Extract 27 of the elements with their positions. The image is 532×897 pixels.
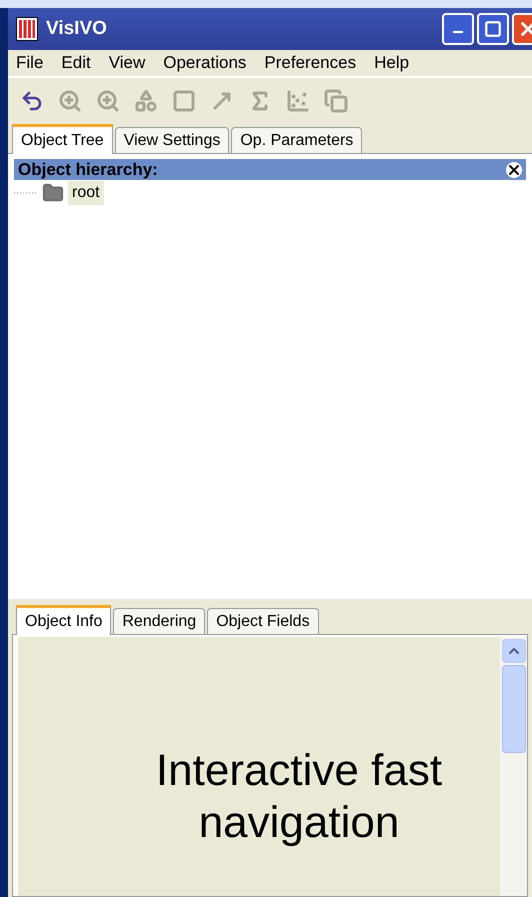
tree-connector-icon [14, 192, 38, 194]
tree-item[interactable]: root [68, 181, 104, 205]
menu-item[interactable]: Help [374, 50, 410, 76]
scroll-up-button[interactable] [502, 639, 526, 663]
menu-item[interactable]: Edit [61, 50, 91, 76]
scrollbar[interactable] [500, 637, 527, 896]
tab[interactable]: Object Fields [207, 608, 319, 634]
tab[interactable]: Rendering [113, 608, 206, 634]
close-icon[interactable] [506, 162, 522, 178]
folder-icon [42, 182, 64, 204]
caption: Interactive fast navigation [154, 744, 444, 848]
minimize-button[interactable] [442, 13, 474, 45]
window-title: VisIVO [46, 16, 107, 41]
tab[interactable]: Object Info [16, 605, 112, 635]
tab[interactable]: Object Tree [12, 124, 113, 154]
panel-title: Object hierarchy: [18, 158, 158, 181]
menu-item[interactable]: Preferences [264, 50, 356, 76]
maximize-icon [484, 20, 502, 38]
menu-item[interactable]: File [16, 50, 44, 76]
undo-icon[interactable] [20, 89, 44, 113]
maximize-button[interactable] [477, 13, 509, 45]
scroll-thumb[interactable] [502, 665, 526, 753]
tab[interactable]: Op. Parameters [231, 127, 362, 153]
menu-item[interactable]: View [108, 50, 146, 76]
menu-item[interactable]: Operations [163, 50, 246, 76]
app-icon [16, 17, 38, 41]
tab[interactable]: View Settings [114, 127, 230, 153]
